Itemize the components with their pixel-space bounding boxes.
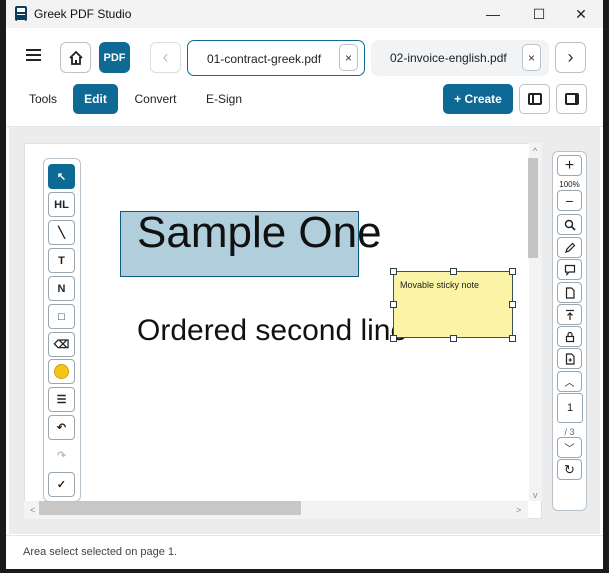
tools-palette: ↖ HL ╲ T N □ ⌫ ☰ ↶ ↷ ✓	[43, 158, 81, 502]
minimize-button[interactable]: —	[471, 0, 515, 28]
sticky-note[interactable]: Movable sticky note	[393, 271, 513, 338]
tab-back-button[interactable]: ‹	[150, 42, 181, 73]
pen-tool[interactable]: ╲	[48, 220, 75, 245]
text-tool[interactable]: T	[48, 248, 75, 273]
top-toolbar: PDF ‹ 01-contract-greek.pdf × 02-invoice…	[6, 28, 603, 86]
home-button[interactable]	[60, 42, 91, 73]
toggle-left-panel-button[interactable]	[519, 84, 550, 114]
resize-handle[interactable]	[450, 268, 457, 275]
tab-label: 01-contract-greek.pdf	[207, 52, 322, 66]
refresh-button[interactable]: ↻	[557, 459, 582, 480]
highlight-tool[interactable]: HL	[48, 192, 75, 217]
protect-button[interactable]	[557, 326, 582, 347]
status-bar: Area select selected on page 1.	[6, 535, 603, 569]
rectangle-tool[interactable]: □	[48, 304, 75, 329]
scroll-down-arrow[interactable]: v	[533, 490, 538, 500]
resize-handle[interactable]	[390, 268, 397, 275]
mode-esign[interactable]: E-Sign	[199, 84, 249, 114]
undo-button[interactable]: ↶	[48, 415, 75, 440]
menu-icon[interactable]	[26, 49, 41, 61]
tab-forward-button[interactable]: ›	[555, 42, 586, 73]
status-message: Area select selected on page 1.	[23, 546, 178, 558]
insert-page-button[interactable]	[557, 348, 582, 369]
page-number-input[interactable]: 1	[557, 393, 583, 423]
resize-handle[interactable]	[509, 301, 516, 308]
resize-handle[interactable]	[509, 335, 516, 342]
color-picker[interactable]	[48, 359, 75, 384]
resize-handle[interactable]	[390, 301, 397, 308]
upload-icon	[565, 309, 574, 320]
zoom-in-button[interactable]: +	[557, 155, 582, 176]
app-window: Greek PDF Studio — ☐ ✕ PDF ‹ 01-contract…	[6, 0, 603, 569]
redo-button[interactable]: ↷	[48, 443, 75, 468]
scroll-left-arrow[interactable]: <	[30, 505, 35, 515]
page-total: / 3	[564, 427, 575, 437]
lock-icon	[565, 331, 574, 342]
window-title: Greek PDF Studio	[34, 7, 132, 21]
tab-close-button[interactable]: ×	[522, 44, 541, 71]
comment-button[interactable]	[557, 259, 582, 280]
maximize-button[interactable]: ☐	[517, 0, 561, 28]
comment-icon	[564, 264, 575, 276]
properties-tool[interactable]: ☰	[48, 387, 75, 412]
page-button[interactable]	[557, 282, 582, 303]
eraser-tool[interactable]: ⌫	[48, 332, 75, 357]
tab-01-contract-greek[interactable]: 01-contract-greek.pdf ×	[187, 40, 365, 76]
close-window-button[interactable]: ✕	[559, 0, 603, 28]
mode-convert[interactable]: Convert	[128, 84, 183, 114]
zoom-out-button[interactable]: −	[557, 190, 582, 211]
resize-handle[interactable]	[390, 335, 397, 342]
color-swatch-icon	[54, 364, 69, 379]
next-page-button[interactable]: ﹀	[557, 437, 582, 458]
file-add-icon	[565, 352, 575, 365]
sticky-note-text: Movable sticky note	[400, 280, 480, 290]
tab-02-invoice-english[interactable]: 02-invoice-english.pdf ×	[371, 40, 549, 76]
previous-page-button[interactable]: ︿	[557, 371, 582, 392]
export-button[interactable]	[557, 304, 582, 325]
tab-close-button[interactable]: ×	[339, 44, 358, 71]
home-icon	[68, 50, 83, 65]
pdf-button[interactable]: PDF	[99, 42, 130, 73]
mode-tools[interactable]: Tools	[23, 84, 63, 114]
scroll-right-arrow[interactable]: >	[516, 505, 521, 515]
pencil-icon	[564, 242, 575, 253]
confirm-button[interactable]: ✓	[48, 472, 75, 497]
vertical-scroll-thumb[interactable]	[528, 158, 538, 258]
app-logo-icon	[15, 6, 27, 21]
select-tool[interactable]: ↖	[48, 164, 75, 189]
document-line-2: Ordered second line	[137, 314, 408, 347]
mode-edit[interactable]: Edit	[73, 84, 118, 114]
document-icon	[565, 286, 575, 299]
resize-handle[interactable]	[509, 268, 516, 275]
resize-handle[interactable]	[450, 335, 457, 342]
note-tool[interactable]: N	[48, 276, 75, 301]
search-icon	[564, 219, 576, 231]
zoom-level: 100%	[559, 180, 580, 189]
scroll-up-arrow[interactable]: ^	[533, 146, 537, 156]
document-line-1: Sample One	[137, 208, 382, 257]
annotate-button[interactable]	[557, 237, 582, 258]
tab-label: 02-invoice-english.pdf	[390, 51, 507, 65]
horizontal-scroll-thumb[interactable]	[39, 501, 301, 515]
left-panel-icon	[528, 93, 542, 105]
create-button[interactable]: + Create	[443, 84, 513, 114]
search-button[interactable]	[557, 214, 582, 235]
toggle-right-panel-button[interactable]	[556, 84, 587, 114]
title-bar: Greek PDF Studio — ☐ ✕	[6, 0, 603, 28]
right-sidebar: + 100% − ︿ 1 / 3 ﹀ ↻	[552, 151, 587, 511]
